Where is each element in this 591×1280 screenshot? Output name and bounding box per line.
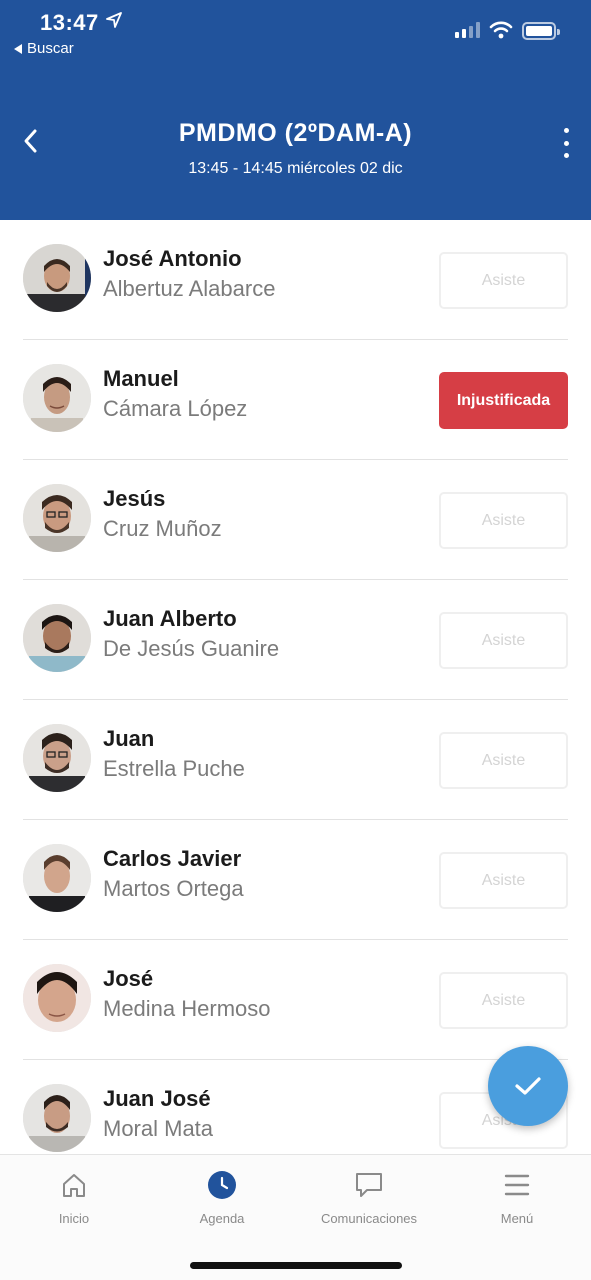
student-first-name: Juan Alberto [103, 606, 237, 631]
student-last-name: De Jesús Guanire [103, 636, 280, 661]
tab-agenda[interactable]: Agenda [152, 1169, 292, 1226]
student-last-name: Cruz Muñoz [103, 516, 222, 541]
home-icon [63, 1174, 85, 1197]
clock-icon [208, 1171, 236, 1199]
tab-label: Inicio [58, 1211, 90, 1226]
student-row[interactable]: Manuel Cámara López Injustificada [0, 340, 591, 460]
attendance-status-button[interactable]: Asiste [439, 252, 568, 309]
student-row[interactable]: José Medina Hermoso Asiste [0, 940, 591, 1060]
tab-label: Comunicaciones [320, 1211, 418, 1226]
student-avatar [23, 484, 91, 552]
student-first-name: José Antonio [103, 246, 242, 271]
student-first-name: Juan [103, 726, 155, 751]
student-avatar [23, 964, 91, 1032]
back-triangle-icon [14, 43, 22, 54]
home-indicator[interactable] [190, 1262, 402, 1269]
student-avatar [23, 364, 91, 432]
student-row[interactable]: Juan Estrella Puche Asiste [0, 700, 591, 820]
tab-comunicaciones[interactable]: Comunicaciones [299, 1169, 439, 1226]
tab-menu[interactable]: Menú [447, 1169, 587, 1226]
student-first-name: José [103, 966, 154, 991]
battery-icon [522, 22, 560, 40]
student-avatar [23, 244, 91, 312]
attendance-status-button[interactable]: Asiste [439, 612, 568, 669]
chat-icon [356, 1173, 382, 1197]
bottom-tab-bar: Inicio Agenda Comunicaciones Menú [0, 1154, 591, 1280]
back-to-app-link[interactable]: Buscar [14, 40, 74, 57]
checkmark-icon [515, 1077, 541, 1095]
cellular-signal-icon [455, 22, 480, 38]
student-first-name: Juan José [103, 1086, 211, 1111]
status-time: 13:47 [40, 10, 99, 35]
student-first-name: Manuel [103, 366, 179, 391]
student-last-name: Martos Ortega [103, 876, 244, 901]
wifi-icon [489, 21, 513, 39]
student-avatar [23, 1084, 91, 1152]
attendance-status-button[interactable]: Asiste [439, 732, 568, 789]
student-avatar [23, 724, 91, 792]
student-row[interactable]: Juan Alberto De Jesús Guanire Asiste [0, 580, 591, 700]
student-last-name: Estrella Puche [103, 756, 245, 781]
student-avatar [23, 604, 91, 672]
app-header: 13:47 Buscar PMDMO (2ºDAM-A) 13:45 - 14:… [0, 0, 591, 220]
student-first-name: Carlos Javier [103, 846, 242, 871]
student-row[interactable]: José Antonio Albertuz Alabarce Asiste [0, 220, 591, 340]
attendance-status-button[interactable]: Asiste [439, 972, 568, 1029]
student-last-name: Moral Mata [103, 1116, 214, 1141]
tab-label: Menú [500, 1211, 534, 1226]
student-last-name: Medina Hermoso [103, 996, 271, 1021]
student-last-name: Cámara López [103, 396, 248, 421]
location-arrow-icon [106, 12, 122, 28]
student-first-name: Jesús [103, 486, 166, 511]
tab-inicio[interactable]: Inicio [4, 1169, 144, 1226]
attendance-status-button[interactable]: Asiste [439, 492, 568, 549]
student-row[interactable]: Carlos Javier Martos Ortega Asiste [0, 820, 591, 940]
page-subtitle: 13:45 - 14:45 miércoles 02 dic [188, 160, 403, 177]
page-title: PMDMO (2ºDAM-A) [178, 119, 413, 147]
attendance-status-button[interactable]: Asiste [439, 852, 568, 909]
student-list[interactable]: José Antonio Albertuz Alabarce Asiste Ma… [0, 220, 591, 1154]
student-last-name: Albertuz Alabarce [103, 276, 276, 301]
menu-icon [504, 1174, 530, 1196]
tab-label: Agenda [199, 1211, 245, 1226]
student-avatar [23, 844, 91, 912]
student-row[interactable]: Jesús Cruz Muñoz Asiste [0, 460, 591, 580]
back-to-app-label: Buscar [27, 40, 74, 57]
more-options-icon[interactable] [558, 126, 574, 160]
confirm-attendance-button[interactable] [488, 1046, 568, 1126]
attendance-status-button[interactable]: Injustificada [439, 372, 568, 429]
